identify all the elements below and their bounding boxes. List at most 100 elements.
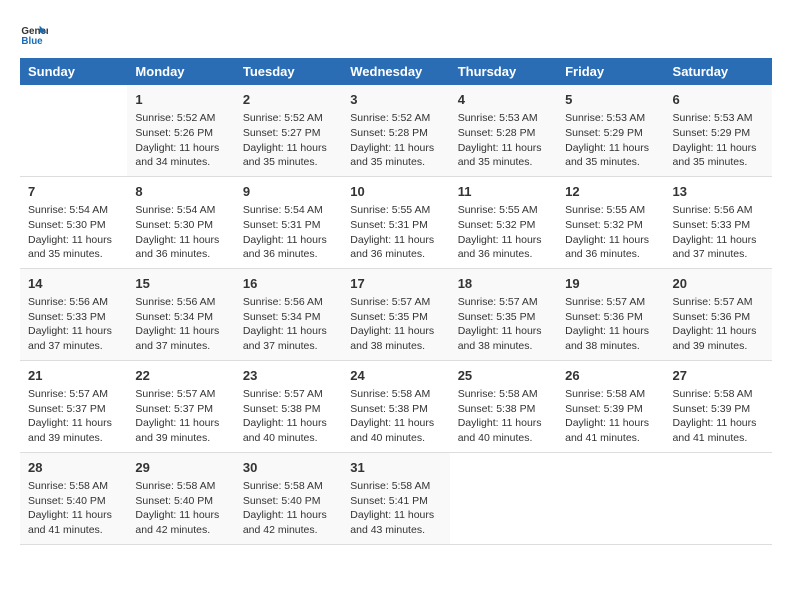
calendar-header-row: SundayMondayTuesdayWednesdayThursdayFrid… xyxy=(20,58,772,85)
calendar-cell: 7 Sunrise: 5:54 AM Sunset: 5:30 PM Daylig… xyxy=(20,176,127,268)
calendar-cell xyxy=(20,85,127,176)
day-number: 10 xyxy=(350,183,441,201)
day-info: Sunrise: 5:57 AM Sunset: 5:38 PM Dayligh… xyxy=(243,387,334,446)
day-info: Sunrise: 5:52 AM Sunset: 5:27 PM Dayligh… xyxy=(243,111,334,170)
day-number: 6 xyxy=(673,91,764,109)
calendar-cell: 1Sunrise: 5:52 AM Sunset: 5:26 PM Daylig… xyxy=(127,85,234,176)
day-number: 25 xyxy=(458,367,549,385)
calendar-cell: 24Sunrise: 5:58 AM Sunset: 5:38 PM Dayli… xyxy=(342,360,449,452)
day-number: 18 xyxy=(458,275,549,293)
week-row-3: 14 Sunrise: 5:56 AM Sunset: 5:33 PM Dayli… xyxy=(20,268,772,360)
calendar-cell: 27Sunrise: 5:58 AM Sunset: 5:39 PM Dayli… xyxy=(665,360,772,452)
calendar-cell: 29Sunrise: 5:58 AM Sunset: 5:40 PM Dayli… xyxy=(127,452,234,544)
header-thursday: Thursday xyxy=(450,58,557,85)
day-info: Sunrise: 5:57 AM Sunset: 5:36 PM Dayligh… xyxy=(565,295,656,354)
calendar-cell: 9Sunrise: 5:54 AM Sunset: 5:31 PM Daylig… xyxy=(235,176,342,268)
calendar-cell: 4 Sunrise: 5:53 AM Sunset: 5:28 PM Daylig… xyxy=(450,85,557,176)
day-info: Sunrise: 5:53 AM Sunset: 5:28 PM Dayligh… xyxy=(458,111,549,170)
calendar-cell xyxy=(665,452,772,544)
calendar-cell: 11 Sunrise: 5:55 AM Sunset: 5:32 PM Dayli… xyxy=(450,176,557,268)
day-number: 4 xyxy=(458,91,549,109)
header-tuesday: Tuesday xyxy=(235,58,342,85)
day-info: Sunrise: 5:58 AM Sunset: 5:40 PM Dayligh… xyxy=(243,479,334,538)
calendar-cell: 10 Sunrise: 5:55 AM Sunset: 5:31 PM Dayli… xyxy=(342,176,449,268)
day-number: 14 xyxy=(28,275,119,293)
calendar-cell xyxy=(450,452,557,544)
day-number: 28 xyxy=(28,459,119,477)
day-info: Sunrise: 5:57 AM Sunset: 5:37 PM Dayligh… xyxy=(28,387,119,446)
day-info: Sunrise: 5:57 AM Sunset: 5:37 PM Dayligh… xyxy=(135,387,226,446)
day-number: 26 xyxy=(565,367,656,385)
day-number: 31 xyxy=(350,459,441,477)
calendar-cell: 12 Sunrise: 5:55 AM Sunset: 5:32 PM Dayli… xyxy=(557,176,664,268)
day-number: 19 xyxy=(565,275,656,293)
day-info: Sunrise: 5:52 AM Sunset: 5:28 PM Dayligh… xyxy=(350,111,441,170)
day-number: 29 xyxy=(135,459,226,477)
calendar-cell: 16 Sunrise: 5:56 AM Sunset: 5:34 PM Dayli… xyxy=(235,268,342,360)
calendar-cell: 8 Sunrise: 5:54 AM Sunset: 5:30 PM Daylig… xyxy=(127,176,234,268)
calendar-cell: 6 Sunrise: 5:53 AM Sunset: 5:29 PM Daylig… xyxy=(665,85,772,176)
day-number: 21 xyxy=(28,367,119,385)
calendar-cell: 22 Sunrise: 5:57 AM Sunset: 5:37 PM Dayli… xyxy=(127,360,234,452)
week-row-5: 28 Sunrise: 5:58 AM Sunset: 5:40 PM Dayli… xyxy=(20,452,772,544)
day-number: 23 xyxy=(243,367,334,385)
day-info: Sunrise: 5:58 AM Sunset: 5:41 PM Dayligh… xyxy=(350,479,441,538)
day-number: 20 xyxy=(673,275,764,293)
calendar-cell: 13Sunrise: 5:56 AM Sunset: 5:33 PM Dayli… xyxy=(665,176,772,268)
calendar-cell: 19 Sunrise: 5:57 AM Sunset: 5:36 PM Dayli… xyxy=(557,268,664,360)
day-number: 16 xyxy=(243,275,334,293)
day-info: Sunrise: 5:55 AM Sunset: 5:32 PM Dayligh… xyxy=(565,203,656,262)
calendar-cell: 30 Sunrise: 5:58 AM Sunset: 5:40 PM Dayli… xyxy=(235,452,342,544)
calendar-cell: 18Sunrise: 5:57 AM Sunset: 5:35 PM Dayli… xyxy=(450,268,557,360)
calendar-cell: 17 Sunrise: 5:57 AM Sunset: 5:35 PM Dayli… xyxy=(342,268,449,360)
day-number: 22 xyxy=(135,367,226,385)
day-info: Sunrise: 5:54 AM Sunset: 5:31 PM Dayligh… xyxy=(243,203,334,262)
day-info: Sunrise: 5:55 AM Sunset: 5:32 PM Dayligh… xyxy=(458,203,549,262)
calendar-cell: 31 Sunrise: 5:58 AM Sunset: 5:41 PM Dayli… xyxy=(342,452,449,544)
calendar-cell: 2Sunrise: 5:52 AM Sunset: 5:27 PM Daylig… xyxy=(235,85,342,176)
day-number: 24 xyxy=(350,367,441,385)
calendar-cell: 23 Sunrise: 5:57 AM Sunset: 5:38 PM Dayli… xyxy=(235,360,342,452)
day-number: 8 xyxy=(135,183,226,201)
header-sunday: Sunday xyxy=(20,58,127,85)
day-number: 13 xyxy=(673,183,764,201)
week-row-4: 21 Sunrise: 5:57 AM Sunset: 5:37 PM Dayli… xyxy=(20,360,772,452)
day-info: Sunrise: 5:54 AM Sunset: 5:30 PM Dayligh… xyxy=(28,203,119,262)
day-number: 7 xyxy=(28,183,119,201)
logo-icon: General Blue xyxy=(20,20,48,48)
day-number: 17 xyxy=(350,275,441,293)
calendar-cell: 28 Sunrise: 5:58 AM Sunset: 5:40 PM Dayli… xyxy=(20,452,127,544)
page-header: General Blue xyxy=(20,20,772,48)
day-info: Sunrise: 5:58 AM Sunset: 5:40 PM Dayligh… xyxy=(28,479,119,538)
calendar-cell: 5 Sunrise: 5:53 AM Sunset: 5:29 PM Daylig… xyxy=(557,85,664,176)
day-info: Sunrise: 5:57 AM Sunset: 5:36 PM Dayligh… xyxy=(673,295,764,354)
day-info: Sunrise: 5:56 AM Sunset: 5:34 PM Dayligh… xyxy=(135,295,226,354)
day-number: 30 xyxy=(243,459,334,477)
header-friday: Friday xyxy=(557,58,664,85)
calendar-cell: 14 Sunrise: 5:56 AM Sunset: 5:33 PM Dayli… xyxy=(20,268,127,360)
svg-text:Blue: Blue xyxy=(21,36,43,47)
calendar-cell: 3Sunrise: 5:52 AM Sunset: 5:28 PM Daylig… xyxy=(342,85,449,176)
day-info: Sunrise: 5:56 AM Sunset: 5:34 PM Dayligh… xyxy=(243,295,334,354)
day-info: Sunrise: 5:58 AM Sunset: 5:39 PM Dayligh… xyxy=(673,387,764,446)
day-info: Sunrise: 5:57 AM Sunset: 5:35 PM Dayligh… xyxy=(350,295,441,354)
day-info: Sunrise: 5:53 AM Sunset: 5:29 PM Dayligh… xyxy=(673,111,764,170)
week-row-1: 1Sunrise: 5:52 AM Sunset: 5:26 PM Daylig… xyxy=(20,85,772,176)
day-info: Sunrise: 5:55 AM Sunset: 5:31 PM Dayligh… xyxy=(350,203,441,262)
day-info: Sunrise: 5:58 AM Sunset: 5:39 PM Dayligh… xyxy=(565,387,656,446)
header-saturday: Saturday xyxy=(665,58,772,85)
day-info: Sunrise: 5:53 AM Sunset: 5:29 PM Dayligh… xyxy=(565,111,656,170)
day-number: 5 xyxy=(565,91,656,109)
day-number: 1 xyxy=(135,91,226,109)
day-number: 15 xyxy=(135,275,226,293)
calendar-cell: 25 Sunrise: 5:58 AM Sunset: 5:38 PM Dayli… xyxy=(450,360,557,452)
calendar-cell: 15 Sunrise: 5:56 AM Sunset: 5:34 PM Dayli… xyxy=(127,268,234,360)
day-number: 12 xyxy=(565,183,656,201)
calendar-cell: 20 Sunrise: 5:57 AM Sunset: 5:36 PM Dayli… xyxy=(665,268,772,360)
day-number: 11 xyxy=(458,183,549,201)
day-info: Sunrise: 5:54 AM Sunset: 5:30 PM Dayligh… xyxy=(135,203,226,262)
calendar-cell xyxy=(557,452,664,544)
day-info: Sunrise: 5:58 AM Sunset: 5:38 PM Dayligh… xyxy=(458,387,549,446)
calendar-cell: 26 Sunrise: 5:58 AM Sunset: 5:39 PM Dayli… xyxy=(557,360,664,452)
day-info: Sunrise: 5:56 AM Sunset: 5:33 PM Dayligh… xyxy=(28,295,119,354)
